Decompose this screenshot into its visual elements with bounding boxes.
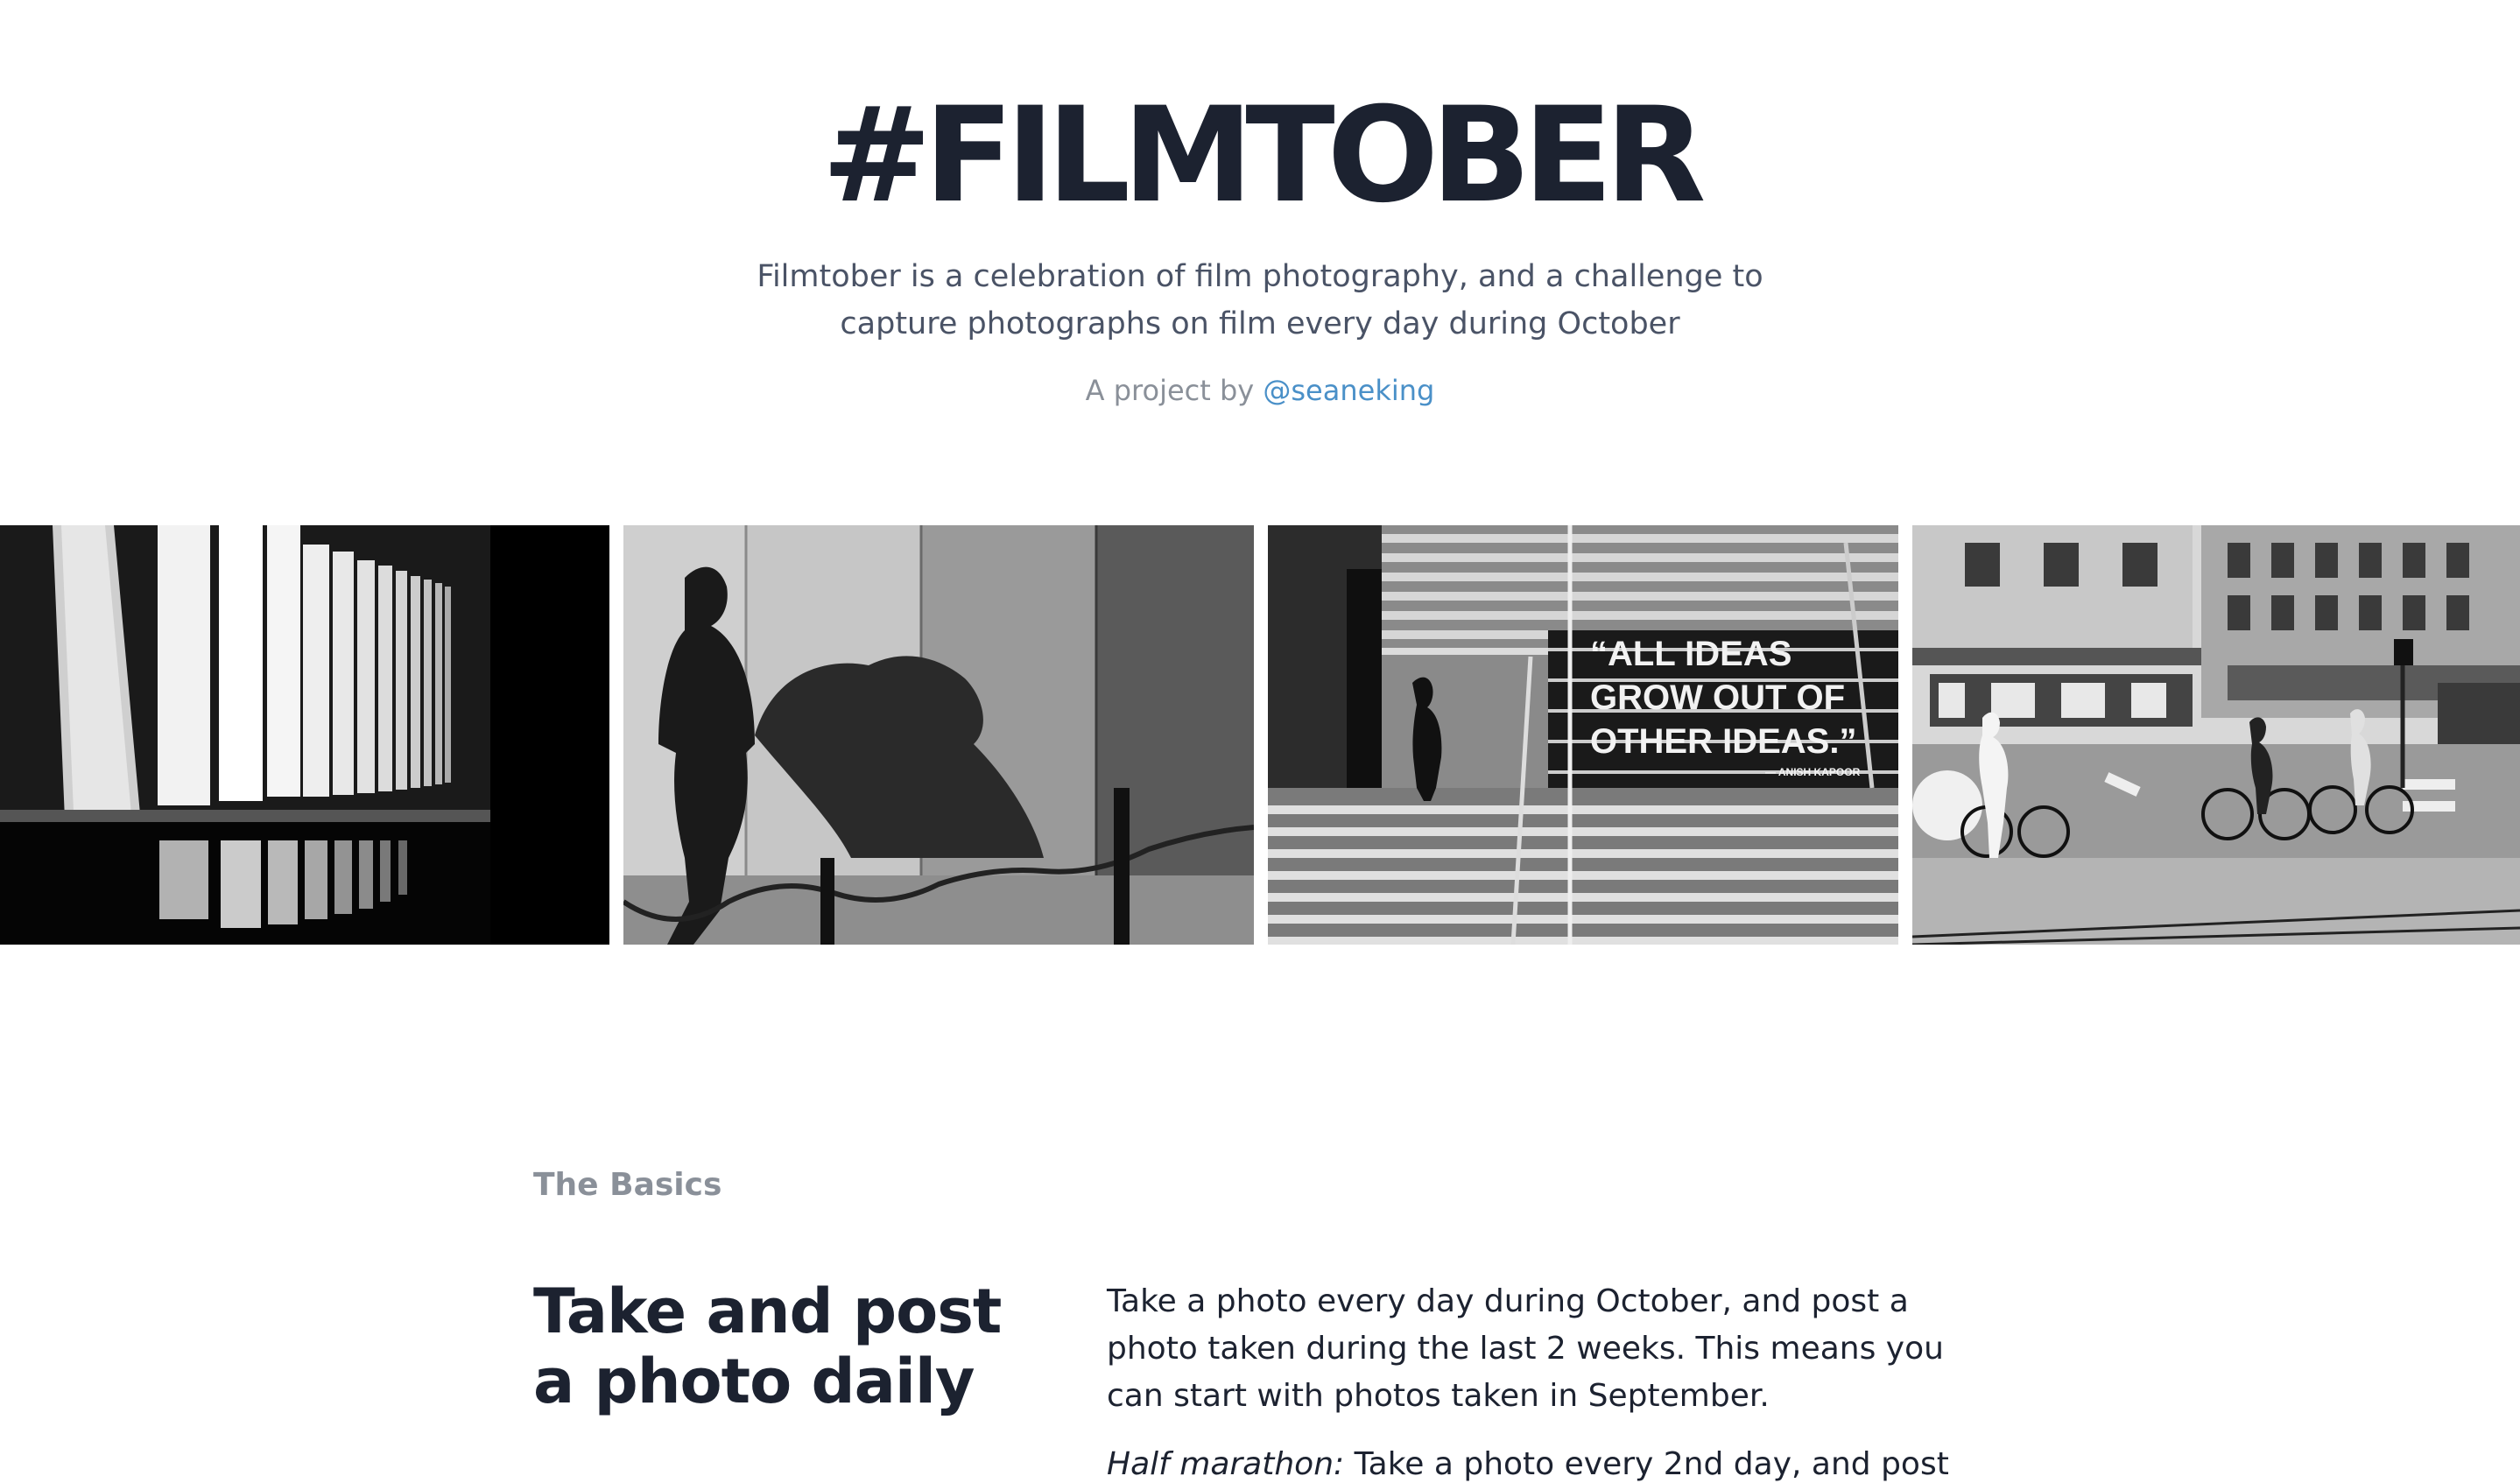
photo-glass-corridor[interactable] [0, 525, 609, 945]
hero-byline: A project by @seaneking [0, 370, 2520, 411]
page-title: #FILMTOBER [821, 80, 1707, 232]
photo-gallery: “ALL IDEAS GROW OUT OF OTHER IDEAS.” — A… [0, 525, 2520, 945]
street-cyclists-image [1912, 525, 2520, 945]
author-link[interactable]: @seaneking [1263, 374, 1434, 407]
section-heading: Take and post a photo daily [533, 1276, 1002, 1417]
quote-line-1: “ALL IDEAS [1590, 635, 1791, 673]
photo-staircase-quote[interactable]: “ALL IDEAS GROW OUT OF OTHER IDEAS.” — A… [1268, 525, 1898, 945]
hero-subtitle: Filmtober is a celebration of film photo… [757, 259, 1763, 341]
quote-attribution: — ANISH KAPOOR [1765, 766, 1861, 778]
basics-paragraph-1: Take a photo every day during October, a… [1107, 1283, 1944, 1414]
staircase-image: “ALL IDEAS GROW OUT OF OTHER IDEAS.” — A… [1268, 525, 1898, 945]
glass-corridor-image [0, 525, 609, 945]
photo-man-with-shadow[interactable] [623, 525, 1254, 945]
page: #FILMTOBER Filmtober is a celebration of… [0, 0, 2520, 1483]
section-body: Take a photo every day during October, a… [1107, 1278, 2000, 1483]
quote-line-2: GROW OUT OF [1590, 678, 1845, 717]
basics-paragraph-2: Half marathon: Take a photo every 2nd da… [1107, 1441, 2000, 1483]
man-shadow-image [623, 525, 1254, 945]
section-label: The Basics [533, 1167, 722, 1203]
byline-prefix: A project by [1085, 374, 1264, 407]
photo-street-cyclists[interactable] [1912, 525, 2520, 945]
quote-line-3: OTHER IDEAS.” [1590, 722, 1856, 761]
half-marathon-label: Half marathon: [1107, 1446, 1345, 1482]
